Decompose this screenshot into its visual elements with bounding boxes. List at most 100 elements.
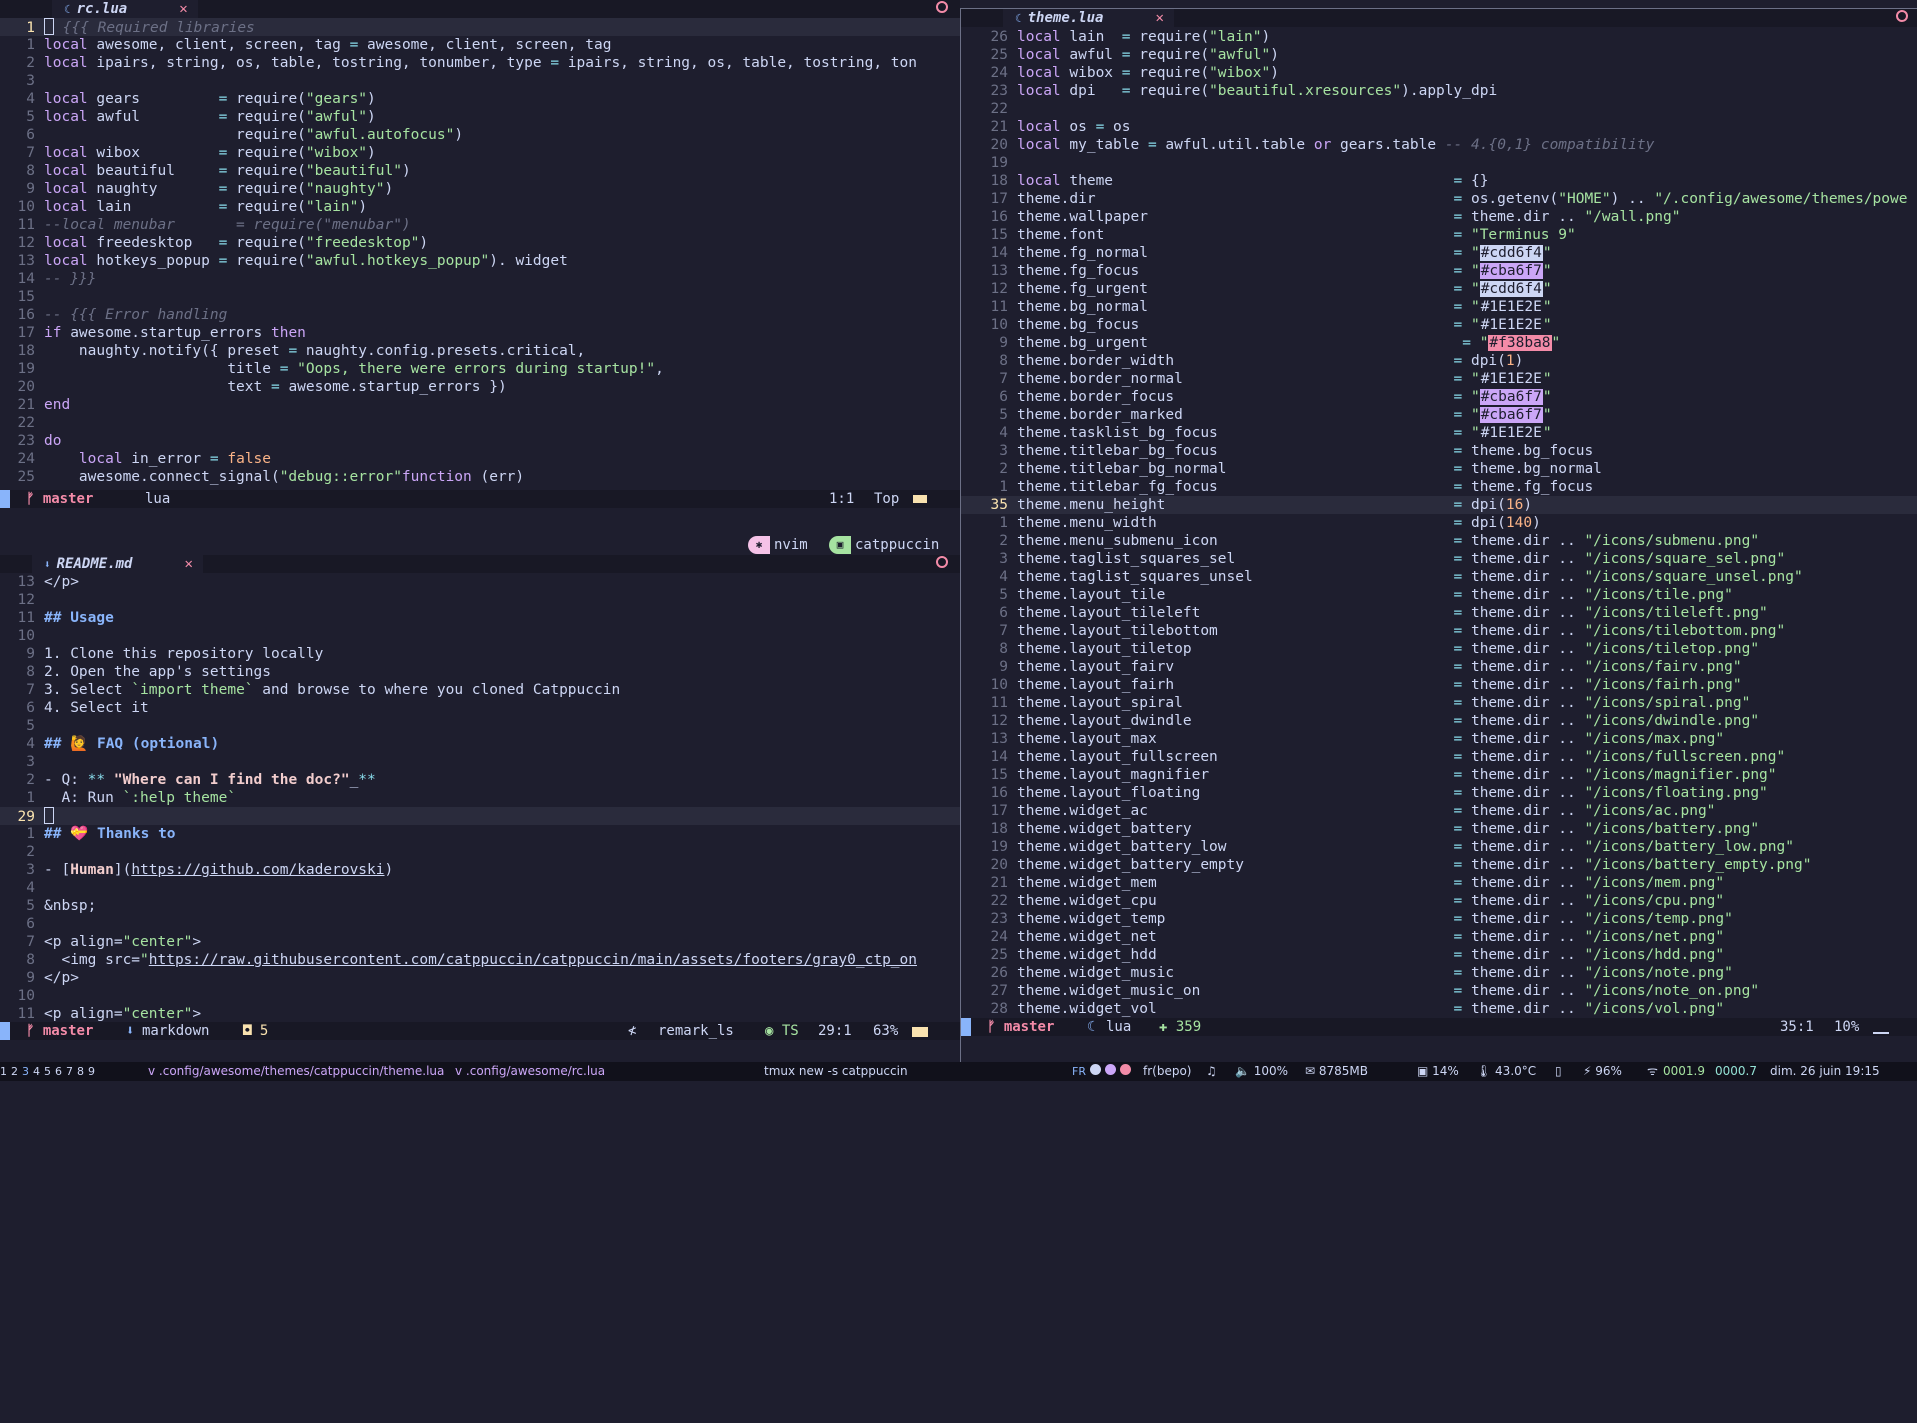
code-line[interactable]: 11 ## Usage (0, 609, 960, 627)
code-line[interactable]: 23 local dpi = require("beautiful.xresour… (961, 82, 1917, 100)
code-line[interactable]: 11 <p align="center"> (0, 1005, 960, 1023)
code-line[interactable]: 24 local wibox = require("wibox") (961, 64, 1917, 82)
code-line[interactable]: 26 theme.widget_music = theme.dir .. "/ic… (961, 964, 1917, 982)
code-line[interactable]: 15 (0, 288, 960, 306)
code-line[interactable]: 18 naughty.notify({ preset = naughty.con… (0, 342, 960, 360)
code-line[interactable]: 15 theme.layout_magnifier = theme.dir .. … (961, 766, 1917, 784)
editor-pane-rc-lua[interactable]: ☾ rc.lua ✕ 1 {{{ Required libraries 1 local … (0, 0, 960, 513)
code-line[interactable]: 13 </p> (0, 573, 960, 591)
close-pane-icon[interactable] (936, 1, 948, 13)
code-line[interactable]: 3 theme.titlebar_bg_focus = theme.bg_focu… (961, 442, 1917, 460)
tab-rc-lua[interactable]: ☾ rc.lua ✕ (52, 0, 198, 18)
code-line[interactable]: 1 ## 💝 Thanks to (0, 825, 960, 843)
code-line[interactable]: 5 (0, 717, 960, 735)
code-line[interactable]: 6 require("awful.autofocus") (0, 126, 960, 144)
code-line[interactable]: 6 theme.border_focus = "#cba6f7" (961, 388, 1917, 406)
code-line[interactable]: 20 text = awesome.startup_errors }) (0, 378, 960, 396)
code-line[interactable]: 2- Q: ** "Where can I find the doc?"_** (0, 771, 960, 789)
keyboard-layout[interactable]: fr(bepo) (1143, 1062, 1191, 1081)
code-line[interactable]: 18 local theme = {} (961, 172, 1917, 190)
code-line[interactable]: 21 end (0, 396, 960, 414)
code-area[interactable]: 1 {{{ Required libraries 1 local awesome, … (0, 18, 960, 486)
code-line[interactable]: 19 (961, 154, 1917, 172)
code-line[interactable]: 13 local hotkeys_popup = require("awful.h… (0, 252, 960, 270)
code-line[interactable]: 8 local beautiful = require("beautiful") (0, 162, 960, 180)
tab-close-icon[interactable]: ✕ (1155, 10, 1163, 26)
task-theme-lua[interactable]: v .config/awesome/themes/catppuccin/them… (148, 1062, 444, 1081)
tag-3[interactable]: 3 (22, 1065, 29, 1078)
code-line[interactable]: 12 theme.layout_dwindle = theme.dir .. "/… (961, 712, 1917, 730)
code-line[interactable]: 16 theme.layout_floating = theme.dir .. "… (961, 784, 1917, 802)
code-line[interactable]: 4 ## 🙋 FAQ (optional) (0, 735, 960, 753)
code-line[interactable]: 16 -- {{{ Error handling (0, 306, 960, 324)
code-line[interactable]: 4 (0, 879, 960, 897)
code-line[interactable]: 2 theme.menu_submenu_icon = theme.dir .. … (961, 532, 1917, 550)
code-line[interactable]: 17 if awesome.startup_errors then (0, 324, 960, 342)
code-line[interactable]: 2 (0, 843, 960, 861)
code-line[interactable]: 18 theme.widget_battery = theme.dir .. "/… (961, 820, 1917, 838)
code-line[interactable]: 25 local awful = require("awful") (961, 46, 1917, 64)
code-line[interactable]: 17 theme.widget_ac = theme.dir .. "/icons… (961, 802, 1917, 820)
tag-6[interactable]: 6 (55, 1065, 62, 1078)
code-line[interactable]: 9 1. Clone this repository locally (0, 645, 960, 663)
code-line[interactable]: 2 theme.titlebar_bg_normal = theme.bg_nor… (961, 460, 1917, 478)
code-area[interactable]: 13 </p> 12 11 ## Usage 10 9 1. Clone this repos… (0, 573, 960, 1023)
code-line[interactable]: 8 2. Open the app's settings (0, 663, 960, 681)
tab-theme-lua[interactable]: ☾ theme.lua ✕ (1003, 9, 1174, 27)
tag-4[interactable]: 4 (33, 1065, 40, 1078)
code-line[interactable]: 28 theme.widget_vol = theme.dir .. "/icon… (961, 1000, 1917, 1018)
code-line[interactable]: 29 (0, 807, 960, 825)
close-pane-icon[interactable] (936, 556, 948, 568)
code-line[interactable]: 1 {{{ Required libraries (0, 18, 960, 36)
code-line[interactable]: 14 -- }}} (0, 270, 960, 288)
music-icon[interactable]: ♫ (1206, 1062, 1217, 1081)
code-line[interactable]: 25 awesome.connect_signal("debug::error"… (0, 468, 960, 486)
code-line[interactable]: 12 theme.fg_urgent = "#cdd6f4" (961, 280, 1917, 298)
code-line[interactable]: 8 theme.border_width = dpi(1) (961, 352, 1917, 370)
code-line[interactable]: 4 local gears = require("gears") (0, 90, 960, 108)
code-line[interactable]: 24 theme.widget_net = theme.dir .. "/icon… (961, 928, 1917, 946)
code-line[interactable]: 12 (0, 591, 960, 609)
code-line[interactable]: 9 </p> (0, 969, 960, 987)
code-line[interactable]: 11 --local menubar = require("menubar") (0, 216, 960, 234)
code-line[interactable]: 3 theme.taglist_squares_sel = theme.dir .… (961, 550, 1917, 568)
task-tmux[interactable]: tmux new -s catppuccin (764, 1062, 908, 1081)
tag-9[interactable]: 9 (88, 1065, 95, 1078)
taglist[interactable]: 123456789 (0, 1062, 99, 1081)
code-line[interactable]: 20 local my_table = awful.util.table or g… (961, 136, 1917, 154)
code-line[interactable]: 13 theme.fg_focus = "#cba6f7" (961, 262, 1917, 280)
code-line[interactable]: 22 theme.widget_cpu = theme.dir .. "/icon… (961, 892, 1917, 910)
code-line[interactable]: 1 A: Run `:help theme` (0, 789, 960, 807)
code-line[interactable]: 3 - [Human](https://github.com/kaderovski… (0, 861, 960, 879)
code-line[interactable]: 3 (0, 72, 960, 90)
code-line[interactable]: 15 theme.font = "Terminus 9" (961, 226, 1917, 244)
code-line[interactable]: 7 3. Select `import theme` and browse to … (0, 681, 960, 699)
code-line[interactable]: 13 theme.layout_max = theme.dir .. "/icon… (961, 730, 1917, 748)
tag-1[interactable]: 1 (0, 1065, 7, 1078)
code-line[interactable]: 10 theme.bg_focus = "#1E1E2E" (961, 316, 1917, 334)
tab-close-icon[interactable]: ✕ (179, 1, 187, 17)
code-line[interactable]: 7 <p align="center"> (0, 933, 960, 951)
code-line[interactable]: 10 local lain = require("lain") (0, 198, 960, 216)
code-line[interactable]: 9 theme.bg_urgent = "#f38ba8" (961, 334, 1917, 352)
code-line[interactable]: 14 theme.fg_normal = "#cdd6f4" (961, 244, 1917, 262)
code-line[interactable]: 26 local lain = require("lain") (961, 28, 1917, 46)
code-line[interactable]: 21 local os = os (961, 118, 1917, 136)
code-line[interactable]: 16 theme.wallpaper = theme.dir .. "/wall.… (961, 208, 1917, 226)
code-line[interactable]: 1 local awesome, client, screen, tag = aw… (0, 36, 960, 54)
code-line[interactable]: 23 do (0, 432, 960, 450)
code-line[interactable]: 23 theme.widget_temp = theme.dir .. "/ico… (961, 910, 1917, 928)
code-line[interactable]: 5 local awful = require("awful") (0, 108, 960, 126)
close-pane-icon[interactable] (1896, 10, 1908, 22)
task-rc-lua[interactable]: v .config/awesome/rc.lua (455, 1062, 605, 1081)
code-line[interactable]: 35 theme.menu_height = dpi(16) (961, 496, 1917, 514)
code-line[interactable]: 10 (0, 987, 960, 1005)
code-line[interactable]: 3 (0, 753, 960, 771)
code-line[interactable]: 12 local freedesktop = require("freedeskt… (0, 234, 960, 252)
code-area[interactable]: 26 local lain = require("lain") 25 local aw… (961, 28, 1917, 1018)
code-line[interactable]: 24 local in_error = false (0, 450, 960, 468)
code-line[interactable]: 27 theme.widget_music_on = theme.dir .. "… (961, 982, 1917, 1000)
code-line[interactable]: 21 theme.widget_mem = theme.dir .. "/icon… (961, 874, 1917, 892)
code-line[interactable]: 1 theme.menu_width = dpi(140) (961, 514, 1917, 532)
tag-8[interactable]: 8 (77, 1065, 84, 1078)
